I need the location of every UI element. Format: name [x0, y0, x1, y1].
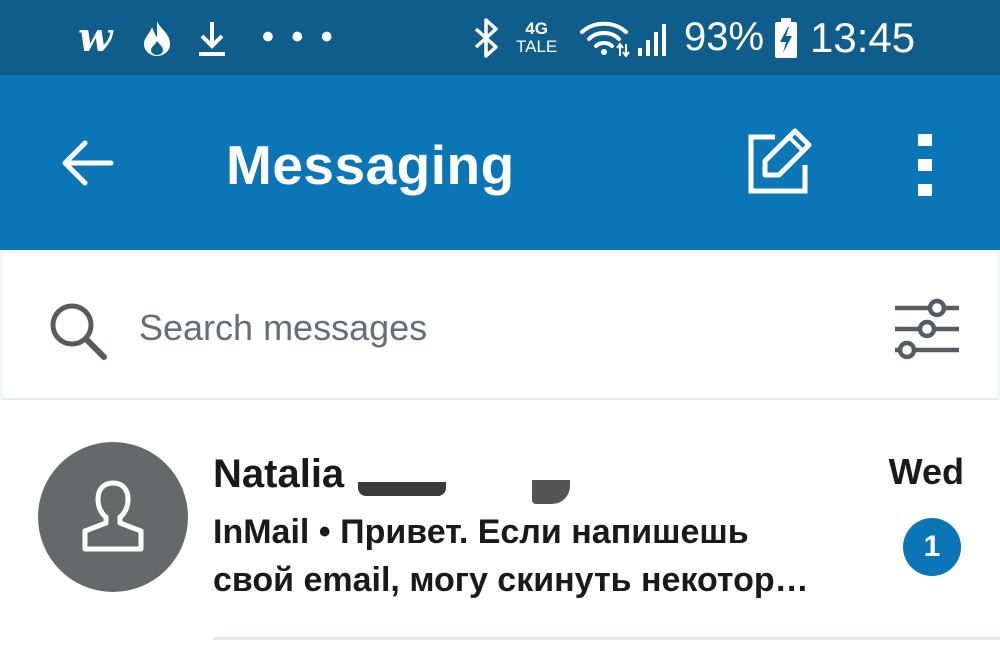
flame-icon	[140, 0, 174, 75]
avatar[interactable]	[38, 442, 188, 592]
status-bar: w • • • 4G TALE 93% 13:45	[0, 0, 1000, 75]
default-person-icon	[82, 480, 144, 552]
network-type-indicator: 4G TALE	[516, 0, 557, 75]
search-panel	[0, 250, 1000, 400]
battery-percent: 93%	[684, 15, 765, 59]
download-icon	[196, 0, 228, 75]
battery-charging-icon	[773, 0, 799, 75]
compose-icon	[748, 128, 812, 194]
app-bar: Messaging	[0, 75, 1000, 250]
redaction-mark	[532, 480, 570, 504]
clock-time: 13:45	[810, 13, 916, 61]
back-arrow-icon	[62, 140, 114, 185]
message-preview: InMail • Привет. Если напишешь свой emai…	[213, 508, 873, 604]
more-notifications-icon: • • •	[262, 18, 337, 56]
back-button[interactable]	[52, 130, 122, 195]
search-icon	[50, 303, 107, 360]
network-sub-label: TALE	[516, 36, 558, 56]
list-divider	[213, 637, 1000, 640]
page-title: Messaging	[226, 134, 515, 196]
message-preview-line-1: InMail • Привет. Если напишешь	[213, 513, 749, 551]
more-vertical-icon	[918, 134, 932, 196]
sender-name: Natalia	[213, 452, 345, 496]
network-type-label: 4G	[525, 18, 548, 38]
wifi-icon	[578, 0, 630, 75]
redaction-mark	[358, 482, 446, 496]
conversation-item[interactable]: Natalia InMail • Привет. Если напишешь с…	[0, 400, 1000, 659]
message-time: Wed	[888, 451, 964, 492]
message-preview-line-2: свой email, могу скинуть некотор…	[213, 561, 809, 599]
unread-count-badge: 1	[903, 518, 961, 576]
search-input[interactable]	[139, 302, 839, 354]
more-options-button[interactable]	[900, 125, 950, 205]
signal-icon	[636, 0, 670, 75]
compose-message-button[interactable]	[738, 123, 818, 201]
bluetooth-icon	[470, 0, 502, 75]
wish-icon: w	[78, 14, 113, 61]
search-bar	[3, 254, 997, 400]
filter-sliders-icon[interactable]	[891, 298, 963, 360]
